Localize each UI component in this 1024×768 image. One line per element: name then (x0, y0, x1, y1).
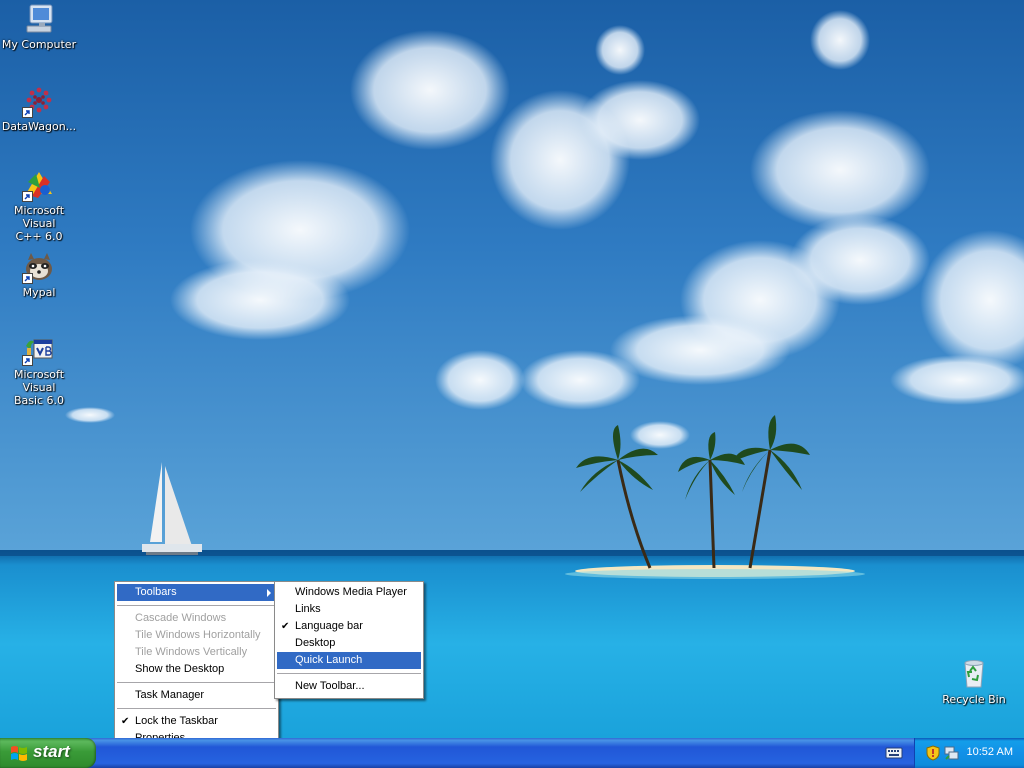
menu-item-lock-taskbar[interactable]: ✔ Lock the Taskbar (117, 713, 276, 730)
checkmark-icon: ✔ (281, 621, 290, 632)
keyboard-language-icon[interactable] (885, 745, 903, 761)
datawagon-icon (22, 84, 56, 118)
windows-logo-icon (11, 746, 27, 761)
submenu-item-windows-media-player[interactable]: Windows Media Player (277, 584, 421, 601)
shortcut-arrow-icon (22, 107, 33, 118)
network-connection-icon[interactable] (943, 745, 959, 761)
menu-separator (117, 708, 276, 709)
submenu-item-language-bar[interactable]: ✔ Language bar (277, 618, 421, 635)
my-computer-icon (22, 2, 56, 36)
clock[interactable]: 10:52 AM (967, 746, 1013, 758)
visual-cpp-icon (22, 168, 56, 202)
submenu-item-desktop[interactable]: Desktop (277, 635, 421, 652)
desktop-icon-recycle-bin[interactable]: Recycle Bin (935, 657, 1013, 706)
toolbars-submenu: Windows Media Player Links ✔ Language ba… (274, 581, 424, 699)
menu-item-show-desktop[interactable]: Show the Desktop (117, 661, 276, 678)
menu-separator (117, 682, 276, 683)
submenu-item-quick-launch[interactable]: Quick Launch (277, 652, 421, 669)
desktop-icon-label: Recycle Bin (942, 693, 1006, 706)
shortcut-arrow-icon (22, 273, 33, 284)
desktop-icon-label: My Computer (1, 38, 77, 51)
desktop-icon-label: Microsoft Visual C++ 6.0 (13, 204, 65, 243)
start-label: start (33, 742, 70, 761)
desktop-icon-label: DataWagon... (1, 120, 77, 133)
menu-item-toolbars[interactable]: Toolbars (117, 584, 276, 601)
submenu-arrow-icon (267, 589, 271, 597)
visual-basic-icon (22, 332, 56, 366)
menu-item-label: Language bar (295, 620, 363, 632)
recycle-bin-icon (957, 657, 991, 691)
menu-item-tile-horizontally: Tile Windows Horizontally (135, 629, 261, 641)
shortcut-arrow-icon (22, 191, 33, 202)
notification-area: 10:52 AM (914, 738, 1024, 768)
submenu-item-links[interactable]: Links (277, 601, 421, 618)
checkmark-icon: ✔ (121, 716, 130, 727)
desktop-icon-label: Mypal (22, 286, 56, 299)
menu-item-tile-vertically: Tile Windows Vertically (135, 646, 248, 658)
menu-item-cascade-windows: Cascade Windows (135, 612, 227, 624)
desktop-icon-visual-basic[interactable]: Microsoft Visual Basic 6.0 (0, 332, 78, 407)
menu-item-label: Lock the Taskbar (135, 715, 218, 727)
menu-separator (277, 673, 421, 674)
menu-item-label: Toolbars (135, 586, 177, 598)
desktop-icon-label: Microsoft Visual Basic 6.0 (13, 368, 65, 407)
security-shield-icon[interactable] (925, 745, 941, 761)
desktop-icon-datawagon[interactable]: DataWagon... (0, 84, 78, 133)
start-button[interactable]: start (0, 738, 96, 768)
menu-separator (117, 605, 276, 606)
mypal-icon (22, 250, 56, 284)
shortcut-arrow-icon (22, 355, 33, 366)
taskbar[interactable]: start 10:52 AM (0, 738, 1024, 768)
taskbar-context-menu: Toolbars Cascade Windows Tile Windows Ho… (114, 581, 279, 749)
desktop-icon-visual-cpp[interactable]: Microsoft Visual C++ 6.0 (0, 168, 78, 243)
submenu-item-new-toolbar[interactable]: New Toolbar... (277, 678, 421, 695)
desktop-icon-mypal[interactable]: Mypal (0, 250, 78, 299)
desktop-icon-my-computer[interactable]: My Computer (0, 2, 78, 51)
menu-item-task-manager[interactable]: Task Manager (117, 687, 276, 704)
